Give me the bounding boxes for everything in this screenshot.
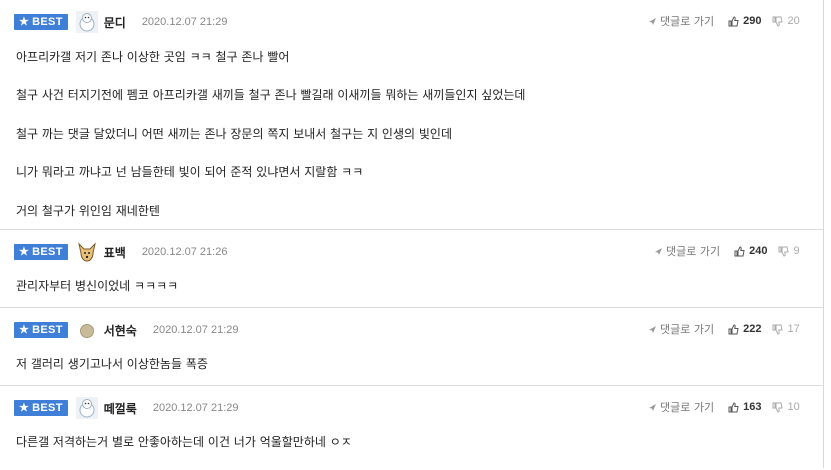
reply-link[interactable]: 댓글로 가기	[654, 243, 720, 259]
thumbs-up-icon	[734, 245, 745, 256]
downvote-button[interactable]: 10	[772, 401, 800, 413]
upvote-button[interactable]: 240	[734, 245, 767, 257]
comment-item: ★ BEST 표백 2020.12.07 21:26 댓글로 가기 240 9 관…	[0, 230, 823, 308]
comment-body: 아프리카갤 저기 존나 이상한 곳임 ㅋㅋ 철구 존나 빨어 철구 사건 터지기…	[16, 50, 526, 218]
downvote-count: 9	[793, 245, 800, 257]
thumbs-down-icon	[772, 402, 784, 413]
comment-header: ★ BEST 떼껄룩 2020.12.07 21:29	[14, 397, 239, 419]
comment-header: ★ BEST 서현숙 2020.12.07 21:29	[14, 320, 238, 340]
reply-arrow-icon	[649, 325, 656, 333]
comment-actions: 댓글로 가기 163 10	[648, 398, 800, 416]
comment-actions: 댓글로 가기 240 9	[654, 242, 800, 260]
reply-link[interactable]: 댓글로 가기	[648, 399, 714, 415]
star-icon: ★	[19, 15, 30, 28]
thumbs-up-icon	[728, 401, 739, 412]
best-badge: ★ BEST	[14, 400, 68, 416]
star-icon: ★	[19, 245, 30, 258]
comment-date: 2020.12.07 21:29	[152, 324, 239, 336]
upvote-button[interactable]: 290	[728, 15, 761, 27]
nickname[interactable]: 떼껄룩	[104, 400, 137, 417]
downvote-count: 17	[787, 323, 800, 335]
upvote-count: 222	[743, 323, 762, 335]
thumbs-up-icon	[728, 15, 739, 26]
comment-actions: 댓글로 가기 290 20	[648, 12, 800, 30]
comment-date: 2020.12.07 21:26	[141, 246, 228, 258]
downvote-count: 20	[787, 15, 800, 27]
dot-avatar-icon[interactable]	[79, 323, 94, 338]
comment-list: ★ BEST 문디 2020.12.07 21:29 댓글로 가기 290 20 …	[0, 0, 824, 470]
comment-body: 저 갤러리 생기고나서 이상한놈들 폭증	[16, 357, 208, 371]
downvote-button[interactable]: 9	[778, 245, 800, 257]
upvote-button[interactable]: 163	[728, 401, 761, 413]
thumbs-up-icon	[728, 323, 739, 334]
upvote-button[interactable]: 222	[728, 323, 761, 335]
upvote-count: 163	[743, 401, 762, 413]
comment-item: ★ BEST 문디 2020.12.07 21:29 댓글로 가기 290 20 …	[0, 0, 823, 230]
reply-arrow-icon	[655, 247, 662, 255]
comment-date: 2020.12.07 21:29	[152, 402, 239, 414]
comment-header: ★ BEST 문디 2020.12.07 21:29	[14, 11, 228, 33]
reply-arrow-icon	[649, 17, 656, 25]
reply-link[interactable]: 댓글로 가기	[648, 13, 714, 29]
upvote-count: 290	[743, 15, 762, 27]
best-badge: ★ BEST	[14, 244, 68, 260]
thumbs-down-icon	[772, 16, 784, 27]
star-icon: ★	[19, 323, 30, 336]
dog-avatar-icon[interactable]	[76, 241, 98, 263]
star-icon: ★	[19, 401, 30, 414]
best-badge: ★ BEST	[14, 14, 68, 30]
nickname[interactable]: 문디	[104, 14, 126, 31]
comment-header: ★ BEST 표백 2020.12.07 21:26	[14, 242, 227, 262]
comment-body: 다른갤 저격하는거 별로 안좋아하는데 이건 너가 억울할만하네 ㅇㅈ	[16, 435, 352, 449]
comment-item: ★ BEST 떼껄룩 2020.12.07 21:29 댓글로 가기 163 10…	[0, 386, 823, 470]
comment-item: ★ BEST 서현숙 2020.12.07 21:29 댓글로 가기 222 17…	[0, 308, 823, 386]
comment-date: 2020.12.07 21:29	[141, 16, 228, 28]
thumbs-down-icon	[778, 246, 790, 257]
comment-body: 관리자부터 병신이었네 ㅋㅋㅋㅋ	[16, 279, 179, 293]
reply-arrow-icon	[649, 403, 656, 411]
upvote-count: 240	[749, 245, 768, 257]
comment-actions: 댓글로 가기 222 17	[648, 320, 800, 338]
downvote-button[interactable]: 17	[772, 323, 800, 335]
reply-link[interactable]: 댓글로 가기	[648, 321, 714, 337]
thumbs-down-icon	[772, 324, 784, 335]
nickname[interactable]: 서현숙	[104, 322, 137, 339]
downvote-count: 10	[787, 401, 800, 413]
snowman-avatar-icon[interactable]	[75, 397, 98, 419]
downvote-button[interactable]: 20	[772, 15, 800, 27]
nickname[interactable]: 표백	[104, 244, 126, 261]
best-badge: ★ BEST	[14, 322, 68, 338]
snowman-avatar-icon[interactable]	[75, 11, 98, 33]
